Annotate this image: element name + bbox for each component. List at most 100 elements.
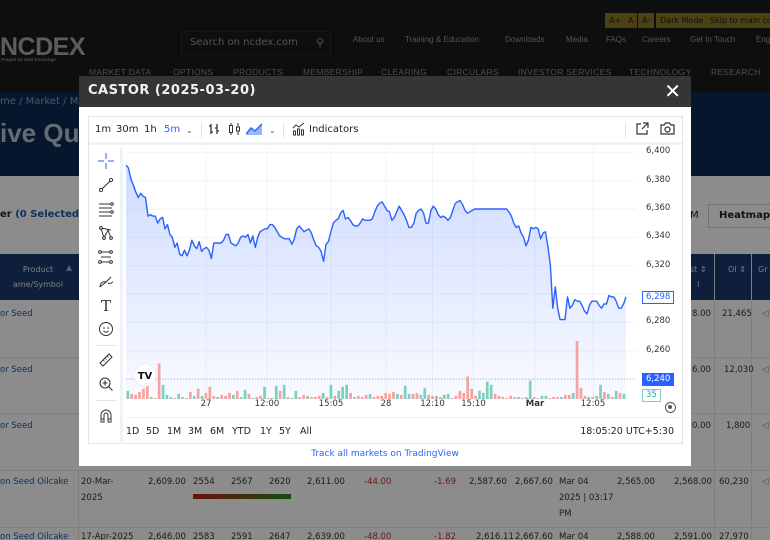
x-tick-label: 12:10 [420,399,445,409]
toolbar-divider [201,123,202,139]
magnet-icon[interactable] [97,408,115,426]
tradingview-widget: 1m 30m 1h 5m ⌄ ⌄ Indicators T TV 6,400 6… [88,116,683,444]
projection-icon[interactable] [97,249,115,267]
range-1d[interactable]: 1D [126,426,139,437]
price-axis[interactable]: 6,400 6,380 6,360 6,340 6,320 6,280 6,260 6,298… [636,146,682,406]
volume-bar [294,390,298,399]
range-6m[interactable]: 6M [210,426,224,437]
volume-bar [528,380,532,399]
volume-bar [345,384,348,399]
volume-bar [341,386,344,399]
x-tick-label: Mar [525,399,545,409]
volume-bar [146,385,149,399]
chart-toolbar: 1m 30m 1h 5m ⌄ ⌄ Indicators [89,117,682,145]
volume-bar [329,384,333,399]
chart-settings-icon[interactable] [665,402,676,413]
modal-title: CASTOR (2025-03-20) [88,83,256,98]
range-5d[interactable]: 5D [146,426,159,437]
y-tick-label: 6,360 [646,202,671,213]
volume-bar [599,384,602,399]
open-in-new-icon[interactable] [635,122,649,139]
interval-30m[interactable]: 30m [116,124,138,135]
emoji-icon[interactable] [97,321,115,339]
y-tick-label: 6,400 [646,146,671,157]
y-tick-label: 6,260 [646,344,671,355]
range-1y[interactable]: 1Y [260,426,272,437]
interval-5m[interactable]: 5m [164,124,180,135]
range-bar: 1D 5D 1M 3M 6M YTD 1Y 5Y All 18:05:20 UT… [126,417,682,444]
indicators-button[interactable]: Indicators [309,124,358,135]
volume-bar [282,384,286,399]
volume-bar [263,386,266,399]
x-tick-label: 15:05 [318,399,344,409]
range-1m[interactable]: 1M [167,426,181,437]
crosshair-price-label: 6,240 [642,373,675,387]
close-icon[interactable]: ✕ [664,79,681,103]
tradingview-link[interactable]: Track all markets on TradingView [79,449,691,459]
y-tick-label: 6,380 [646,174,671,185]
volume-bar [337,390,341,399]
toolbar-divider [283,123,284,139]
volume-bar [142,388,145,399]
price-chart-plot[interactable]: TV [126,148,636,406]
candles-style-icon[interactable] [228,122,241,139]
ruler-icon[interactable] [97,352,115,370]
volume-bar [603,391,606,399]
interval-1h[interactable]: 1h [144,124,157,135]
volume-bar [466,376,469,399]
x-tick-label: 28 [380,399,392,409]
chart-clock[interactable]: 18:05:20 UTC+5:30 [580,426,674,437]
y-tick-label: 6,320 [646,259,671,270]
volume-bar [489,384,493,399]
tradingview-logo-icon[interactable]: TV [133,363,157,387]
volume-bar [478,390,481,399]
volume-bar [470,388,473,399]
fib-lines-icon[interactable] [97,201,115,219]
zoom-in-icon[interactable] [97,376,115,394]
indicators-icon[interactable] [292,122,306,139]
volume-bar [423,387,427,399]
volume-bar [485,381,489,399]
time-axis[interactable]: 27 12:00 15:05 28 12:10 15:10 Mar 12:05 [126,399,636,415]
volume-bar [392,391,395,399]
bars-style-icon[interactable] [208,122,221,139]
area-style-icon[interactable] [245,123,263,138]
x-tick-label: 12:00 [254,399,280,409]
volume-bar [235,390,239,399]
x-tick-label: 15:10 [461,399,486,409]
volume-bar [274,385,278,399]
crosshair-icon[interactable] [97,153,115,171]
svg-text:TV: TV [138,371,153,382]
text-icon[interactable]: T [97,297,115,315]
volume-bar [189,391,192,399]
volume-bar [126,390,130,399]
chart-style-dropdown-icon[interactable]: ⌄ [269,126,276,135]
y-tick-label: 6,280 [646,316,671,327]
volume-bar [575,341,579,399]
range-5y[interactable]: 5Y [279,426,291,437]
volume-bar [243,389,247,399]
modal-header: CASTOR (2025-03-20) ✕ [79,76,691,107]
volume-bar [157,363,161,399]
brush-icon[interactable] [97,273,115,291]
toolbar-divider [625,123,626,139]
interval-1m[interactable]: 1m [95,124,111,135]
volume-bar [138,391,141,399]
pattern-icon[interactable] [97,225,115,243]
x-tick-label: 12:05 [580,399,606,409]
drawing-toolbar: T [89,148,123,444]
tools-divider [95,400,117,401]
x-tick-label: 27 [200,399,212,409]
ncdex-page: NCDEX Pragati ka Sahi Exchange Search on… [0,0,770,540]
volume-bar [579,387,583,399]
camera-icon[interactable] [660,122,675,138]
volume-bar [196,388,200,399]
range-ytd[interactable]: YTD [232,426,251,437]
range-3m[interactable]: 3M [188,426,202,437]
interval-dropdown-icon[interactable]: ⌄ [186,126,193,135]
tools-divider [95,345,117,346]
trend-line-icon[interactable] [97,177,115,195]
range-all[interactable]: All [300,426,312,437]
volume-bar [278,390,282,399]
volume-bar [614,390,618,399]
